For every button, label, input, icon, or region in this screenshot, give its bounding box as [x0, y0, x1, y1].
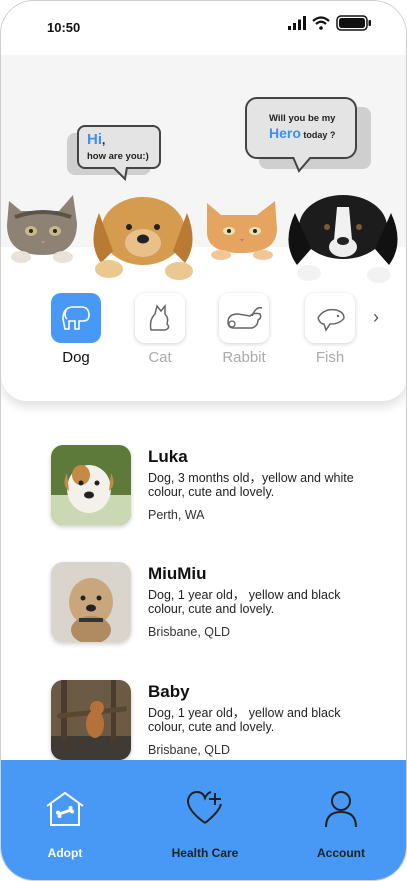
- speech-bubble-right: Will you be my Hero today ?: [245, 97, 373, 179]
- tabby-cat-image: [7, 195, 77, 263]
- signal-icon: [288, 16, 306, 30]
- speech-bubble-left: Hi, how are you:): [67, 125, 163, 185]
- heart-plus-icon: [186, 790, 222, 824]
- pet-photo: [51, 562, 131, 642]
- category-dog-button[interactable]: [51, 293, 101, 343]
- pet-location: Brisbane, QLD: [148, 743, 230, 757]
- pet-location: Perth, WA: [148, 508, 205, 522]
- status-icons: [288, 15, 372, 31]
- category-dog[interactable]: Dog: [49, 293, 103, 366]
- list-item[interactable]: Baby Dog, 1 year old， yellow and black c…: [51, 680, 381, 762]
- nav-health-care[interactable]: Health Care: [145, 760, 265, 880]
- status-time: 10:50: [47, 20, 81, 35]
- category-selector: Dog Cat Rabbit Fish ›: [1, 293, 406, 373]
- hero-banner: Hi, how are you:) Will you be my Hero to…: [1, 55, 406, 401]
- bubble-line2: how are you:): [87, 151, 149, 162]
- category-rabbit[interactable]: Rabbit: [217, 293, 271, 366]
- pet-description: Dog, 1 year old， yellow and black colour…: [148, 588, 341, 616]
- orange-cat-image: [206, 201, 277, 260]
- fish-icon: [317, 308, 345, 332]
- category-rabbit-label: Rabbit: [222, 349, 266, 366]
- nav-account-label: Account: [317, 846, 365, 860]
- category-rabbit-button[interactable]: [219, 293, 269, 343]
- pet-location: Brisbane, QLD: [148, 625, 230, 639]
- status-bar: 10:50: [1, 1, 406, 55]
- list-item[interactable]: Luka Dog, 3 months old，yellow and white …: [51, 445, 381, 527]
- bubble-comma: ,: [102, 133, 106, 147]
- category-cat[interactable]: Cat: [133, 293, 187, 366]
- pet-photo: [51, 680, 131, 760]
- rabbit-icon: [227, 306, 263, 329]
- golden-retriever-image: [93, 197, 193, 280]
- list-item[interactable]: MiuMiu Dog, 1 year old， yellow and black…: [51, 562, 381, 644]
- category-cat-label: Cat: [148, 349, 172, 366]
- chevron-right-icon[interactable]: ›: [373, 307, 379, 328]
- bubble-greeting: Hi: [87, 131, 102, 148]
- category-cat-button[interactable]: [135, 293, 185, 343]
- nav-account[interactable]: Account: [281, 760, 401, 880]
- battery-icon: [336, 15, 371, 31]
- cat-icon: [149, 303, 170, 331]
- pet-name: Baby: [148, 682, 190, 701]
- phone-frame: 10:50 Hi, how are you:) Will you be my H…: [0, 0, 407, 881]
- peeking-pets-illustration: [7, 195, 398, 283]
- home-bone-icon: [46, 791, 84, 826]
- nav-health-care-label: Health Care: [171, 846, 239, 860]
- dog-icon: [62, 306, 90, 330]
- pet-name: MiuMiu: [148, 564, 207, 583]
- bubble-hero-word: Hero: [269, 125, 301, 141]
- category-fish-label: Fish: [315, 349, 345, 366]
- nav-adopt[interactable]: Adopt: [5, 760, 125, 880]
- bubble-right-line2: today ?: [303, 130, 336, 140]
- pet-description: Dog, 1 year old， yellow and black colour…: [148, 706, 341, 734]
- bubble-right-line1: Will you be my: [269, 113, 336, 124]
- pet-photo: [51, 445, 131, 525]
- black-white-dog-image: [288, 195, 398, 283]
- wifi-icon: [312, 16, 330, 30]
- category-fish-button[interactable]: [305, 293, 355, 343]
- category-fish[interactable]: Fish: [303, 293, 357, 366]
- pet-name: Luka: [148, 447, 188, 466]
- category-dog-label: Dog: [62, 349, 90, 366]
- person-icon: [325, 791, 357, 828]
- pet-description: Dog, 3 months old，yellow and white colou…: [148, 471, 354, 499]
- nav-adopt-label: Adopt: [47, 846, 83, 860]
- bottom-navigation: Adopt Health Care Account: [1, 760, 406, 880]
